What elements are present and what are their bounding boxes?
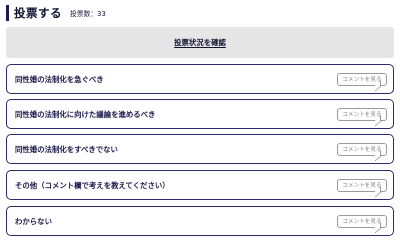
view-comments-button[interactable]: コメントを見る [337,178,387,192]
vote-option-label: わからない [15,216,52,226]
view-comments-label: コメントを見る [342,219,382,225]
view-comments-button[interactable]: コメントを見る [337,142,387,156]
page-title: 投票する [14,6,62,20]
vote-option-label: 同性婚の法制化を急ぐべき [15,74,104,84]
vote-header: 投票する 投票数：33 [6,5,106,21]
view-comments-button[interactable]: コメントを見る [337,107,387,121]
vote-option-4[interactable]: その他（コメント欄で考えを教えてください） コメントを見る [6,170,394,200]
vote-option-5[interactable]: わからない コメントを見る [6,206,394,236]
vote-option-3[interactable]: 同性婚の法制化をすべきでない コメントを見る [6,134,394,164]
vote-option-1[interactable]: 同性婚の法制化を急ぐべき コメントを見る [6,64,394,94]
view-comments-label: コメントを見る [342,77,382,83]
view-comments-button[interactable]: コメントを見る [337,214,387,228]
vote-count: 投票数：33 [70,10,106,18]
view-comments-button[interactable]: コメントを見る [337,72,387,86]
view-results-button[interactable]: 投票状況を確認 [6,27,394,58]
vote-option-2[interactable]: 同性婚の法制化に向けた議論を進めるべき コメントを見る [6,99,394,129]
view-comments-label: コメントを見る [342,112,382,118]
vote-option-label: 同性婚の法制化をすべきでない [15,144,118,154]
view-comments-label: コメントを見る [342,147,382,153]
vote-option-label: その他（コメント欄で考えを教えてください） [15,180,170,190]
view-comments-label: コメントを見る [342,183,382,189]
view-results-label: 投票状況を確認 [174,38,226,47]
vote-option-label: 同性婚の法制化に向けた議論を進めるべき [15,109,156,119]
vote-page: 投票する 投票数：33 投票状況を確認 同性婚の法制化を急ぐべき コメントを見る… [0,0,400,242]
